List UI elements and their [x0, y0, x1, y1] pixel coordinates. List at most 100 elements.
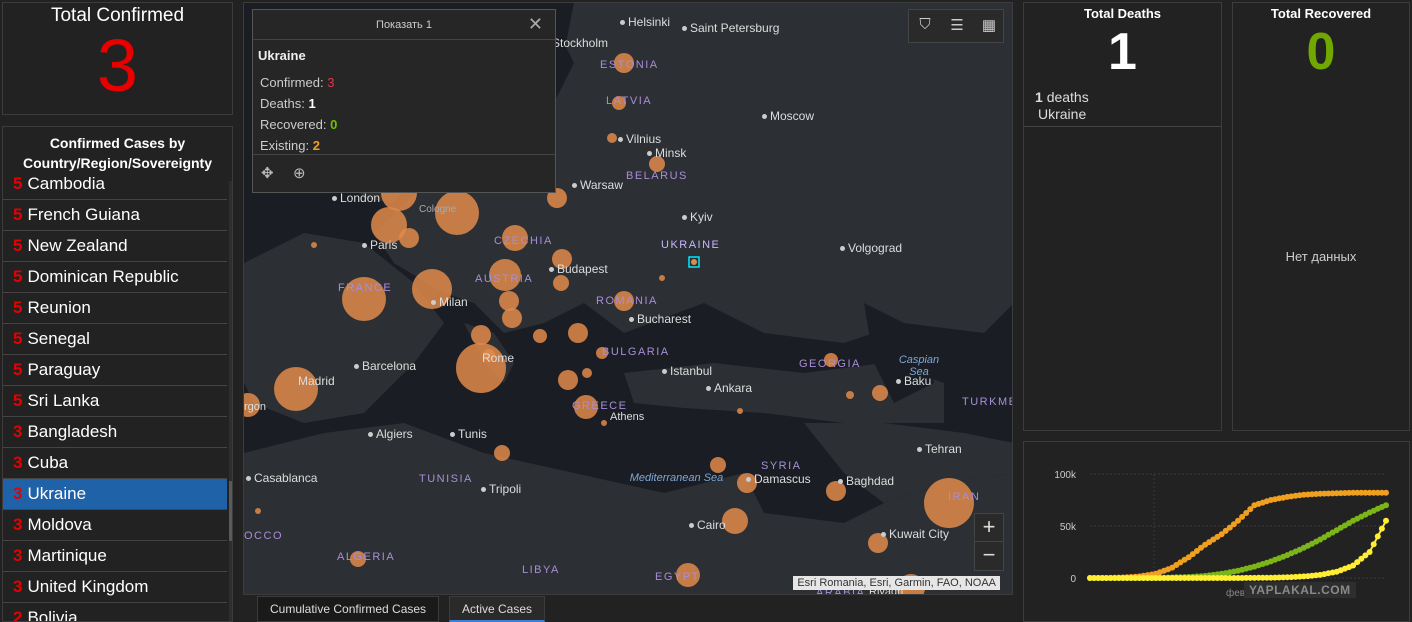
list-item[interactable]: 2 Bolivia [3, 603, 227, 622]
list-item[interactable]: 3 Cuba [3, 448, 227, 479]
list-item-name: French Guiana [27, 205, 140, 224]
list-item-name: Sri Lanka [27, 391, 100, 410]
zoom-to-icon[interactable]: ⊕ [293, 164, 306, 182]
cases-list-panel: Confirmed Cases by Country/Region/Sovere… [2, 126, 233, 622]
list-item[interactable]: 3 Bangladesh [3, 417, 227, 448]
city-label: Cairo [689, 518, 726, 532]
list-item-count: 3 [13, 546, 23, 565]
list-item-name: Moldova [27, 515, 92, 534]
basemap-gallery-icon[interactable]: ▦ [979, 16, 999, 34]
popup-footer: ✥ ⊕ [253, 154, 555, 192]
sea-label: Caspian Sea [898, 354, 940, 378]
map-view[interactable]: Helsinki Saint Petersburg Stockholm Mosc… [243, 2, 1013, 595]
list-item-count: 5 [13, 174, 23, 193]
total-confirmed-panel: Total Confirmed 3 [2, 2, 233, 115]
list-item-name: Paraguay [27, 360, 101, 379]
list-item[interactable]: 3 United Kingdom [3, 572, 227, 603]
list-item[interactable]: 5 Senegal [3, 324, 227, 355]
city-label: Ankara [706, 381, 752, 395]
city-label: rgon [244, 401, 267, 413]
city-label: Minsk [647, 146, 686, 160]
pan-icon[interactable]: ✥ [261, 164, 274, 182]
list-item[interactable]: 3 Martinique [3, 541, 227, 572]
country-label: CZECHIA [494, 235, 553, 247]
list-item[interactable]: 3 Moldova [3, 510, 227, 541]
city-label: Damascus [746, 472, 811, 486]
city-label: Tehran [917, 442, 962, 456]
list-item-count: 3 [13, 577, 23, 596]
total-recovered-title: Total Recovered [1270, 6, 1372, 21]
list-item[interactable]: 5 Cambodia [3, 169, 227, 200]
scrollbar-thumb[interactable] [229, 481, 232, 541]
list-item[interactable]: 3 Ukraine [3, 479, 227, 510]
city-label: Moscow [762, 109, 814, 123]
zoom-in-button[interactable]: + [975, 514, 1003, 542]
list-item-name: Senegal [27, 329, 90, 348]
popup-deaths: Deaths: 1 [260, 96, 316, 111]
map-attribution: Esri Romania, Esri, Garmin, FAO, NOAA [793, 576, 1000, 590]
city-label: Bucharest [629, 312, 691, 326]
city-label: Rome [482, 351, 515, 365]
list-item[interactable]: 5 Sri Lanka [3, 386, 227, 417]
watermark: YAPLAKAL.COM [1244, 582, 1356, 598]
city-label: Warsaw [572, 178, 623, 192]
total-deaths-panel: Total Deaths 1 1 deaths Ukraine [1023, 2, 1222, 431]
y-tick-label: 0 [1070, 574, 1076, 585]
city-label: Helsinki [620, 15, 670, 29]
city-label: Tripoli [481, 482, 521, 496]
zoom-out-button[interactable]: − [975, 542, 1003, 570]
country-label: BELARUS [626, 170, 688, 182]
list-item[interactable]: 5 Reunion [3, 293, 227, 324]
list-item-count: 5 [13, 329, 23, 348]
city-label: Barcelona [354, 359, 416, 373]
list-item-count: 5 [13, 360, 23, 379]
y-tick-label: 50k [1060, 522, 1077, 533]
y-tick-label: 100k [1054, 470, 1077, 481]
cases-list[interactable]: 5 Cambodia 5 French Guiana 5 New Zealand 5 Domi… [3, 169, 227, 622]
list-item[interactable]: 5 New Zealand [3, 231, 227, 262]
country-label: FRANCE [338, 282, 393, 294]
city-label: Kuwait City [881, 527, 949, 541]
country-label: OCCO [244, 530, 283, 542]
list-item-count: 5 [13, 298, 23, 317]
list-item[interactable]: 5 Paraguay [3, 355, 227, 386]
bookmark-icon[interactable]: ⛉ [915, 16, 935, 33]
popup-header: Показать 1 [253, 10, 555, 40]
list-item-name: Dominican Republic [27, 267, 179, 286]
city-label: Volgograd [840, 241, 902, 255]
deaths-list-item[interactable]: 1 deaths Ukraine [1035, 89, 1089, 123]
list-item[interactable]: 5 French Guiana [3, 200, 227, 231]
legend-icon[interactable]: ☰ [947, 16, 967, 34]
total-deaths-value: 1 [1108, 23, 1137, 81]
list-item-name: Reunion [27, 298, 91, 317]
country-label: TUNISIA [419, 473, 473, 485]
list-item-name: Bangladesh [27, 422, 118, 441]
series-point [1383, 489, 1389, 496]
list-item[interactable]: 5 Dominican Republic [3, 262, 227, 293]
series-point [1378, 525, 1385, 532]
list-item-name: United Kingdom [27, 577, 149, 596]
list-scrollbar[interactable] [229, 181, 232, 621]
tab-active-cases[interactable]: Active Cases [449, 596, 546, 622]
close-icon[interactable]: ✕ [528, 14, 543, 35]
list-item-count: 2 [13, 608, 23, 622]
cases-chart-panel: 100k 50k 0 февр. YAPLAKAL.COM [1023, 441, 1410, 622]
total-recovered-value: 0 [1306, 23, 1336, 81]
city-label: Cologne [419, 204, 457, 215]
list-item-count: 3 [13, 484, 23, 503]
feature-popup[interactable]: Показать 1 ✕ Ukraine Confirmed: 3 Deaths… [252, 9, 556, 193]
series-point [1374, 533, 1381, 540]
total-deaths-title: Total Deaths [1083, 6, 1162, 21]
list-item-name: New Zealand [27, 236, 128, 255]
list-item-count: 5 [13, 205, 23, 224]
sea-label: Mediterranean Sea [629, 472, 724, 484]
city-label: Baghdad [838, 474, 894, 488]
series-point [1370, 541, 1377, 548]
series-point [1383, 502, 1389, 509]
list-item-name: Cuba [27, 453, 69, 472]
city-label: London [332, 191, 380, 205]
country-label: SYRIA [761, 460, 802, 472]
popup-title: Ukraine [258, 48, 306, 63]
tab-cumulative-confirmed[interactable]: Cumulative Confirmed Cases [257, 596, 440, 622]
city-label: Milan [431, 295, 468, 309]
